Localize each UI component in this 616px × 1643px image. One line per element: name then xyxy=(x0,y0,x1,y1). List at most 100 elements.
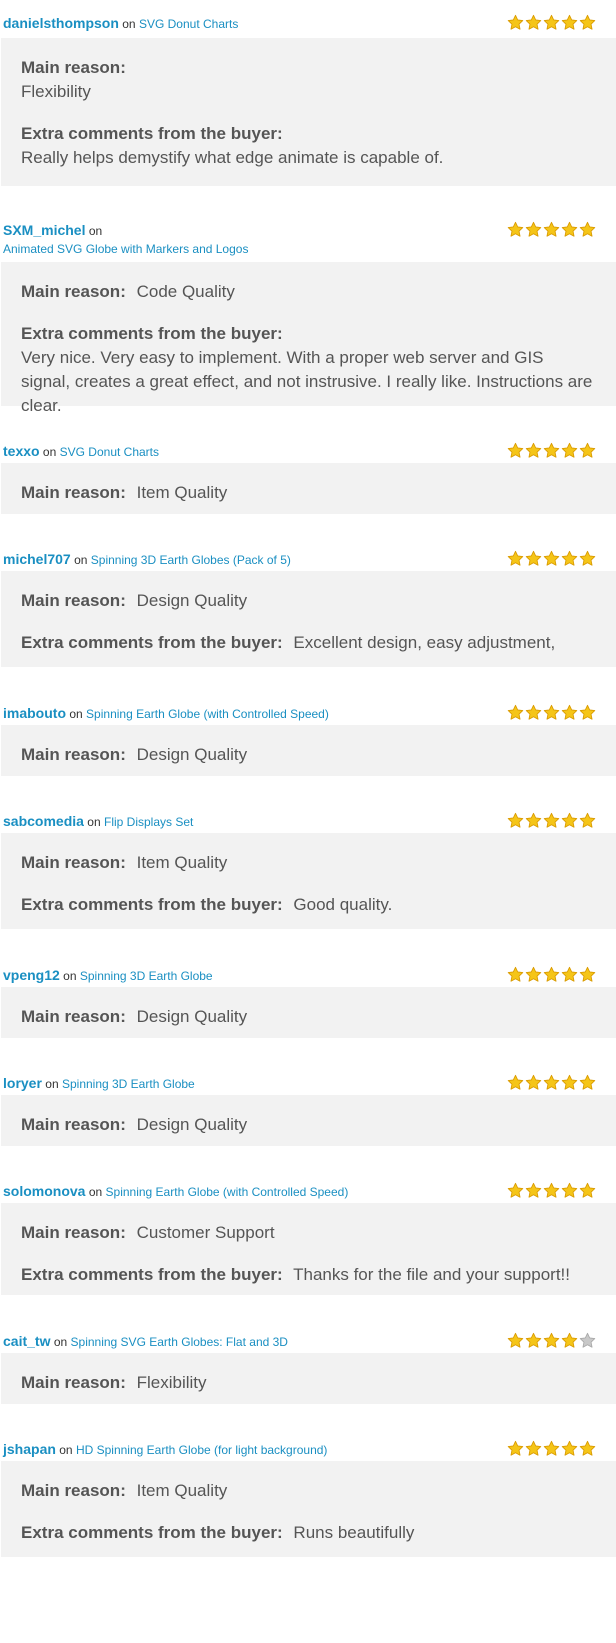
on-text: on xyxy=(69,707,83,721)
reviewer-username-link[interactable]: imabouto xyxy=(3,705,66,721)
item-link[interactable]: Animated SVG Globe with Markers and Logo… xyxy=(3,242,248,256)
review-body: Main reason: Flexibility Extra comments fr… xyxy=(1,38,616,186)
star-filled-icon xyxy=(561,442,578,458)
star-filled-icon xyxy=(543,1182,560,1198)
review-header: jshapan on HD Spinning Earth Globe (for … xyxy=(0,1426,616,1458)
star-rating xyxy=(507,966,596,984)
review-card: loryer on Spinning 3D Earth Globe Main re… xyxy=(0,1060,616,1146)
star-rating xyxy=(507,1074,596,1092)
main-reason: Main reason: Item Quality xyxy=(21,1479,596,1503)
extra-comments-label: Extra comments from the buyer: xyxy=(21,124,283,143)
reviewer-username-link[interactable]: texxo xyxy=(3,443,40,459)
star-rating xyxy=(507,812,596,830)
extra-comments-value: Runs beautifully xyxy=(293,1523,415,1542)
review-card: michel707 on Spinning 3D Earth Globes (P… xyxy=(0,536,616,667)
item-link[interactable]: Spinning SVG Earth Globes: Flat and 3D xyxy=(71,1335,288,1349)
main-reason-value: Design Quality xyxy=(136,745,248,764)
star-rating xyxy=(507,442,596,460)
extra-comments-label: Extra comments from the buyer: xyxy=(21,1265,283,1284)
review-card: sabcomedia on Flip Displays Set Main reas… xyxy=(0,798,616,929)
review-body: Main reason: Flexibility xyxy=(1,1353,616,1404)
star-filled-icon xyxy=(579,704,596,720)
reviewer-username-link[interactable]: danielsthompson xyxy=(3,15,119,31)
main-reason: Main reason: Customer Support xyxy=(21,1221,596,1245)
review-card: cait_tw on Spinning SVG Earth Globes: Fl… xyxy=(0,1318,616,1404)
reviewer-username-link[interactable]: sabcomedia xyxy=(3,813,84,829)
on-text: on xyxy=(42,445,57,459)
extra-comments-label: Extra comments from the buyer: xyxy=(21,633,283,652)
review-header: loryer on Spinning 3D Earth Globe xyxy=(0,1060,616,1092)
star-rating xyxy=(507,704,596,722)
star-filled-icon xyxy=(579,221,596,237)
review-card: SXM_michel on Animated SVG Globe with Mar… xyxy=(0,207,616,415)
reviewer-username-link[interactable]: loryer xyxy=(3,1075,42,1091)
star-filled-icon xyxy=(507,550,524,566)
item-link[interactable]: Spinning 3D Earth Globe xyxy=(80,969,213,983)
star-filled-icon xyxy=(561,14,578,30)
item-link[interactable]: SVG Donut Charts xyxy=(60,445,159,459)
star-filled-icon xyxy=(579,1440,596,1456)
star-filled-icon xyxy=(507,1074,524,1090)
star-filled-icon xyxy=(543,1440,560,1456)
star-filled-icon xyxy=(543,1332,560,1348)
main-reason-label: Main reason: xyxy=(21,1007,126,1026)
extra-comments: Extra comments from the buyer: Thanks fo… xyxy=(21,1263,596,1287)
star-filled-icon xyxy=(507,442,524,458)
star-filled-icon xyxy=(507,14,524,30)
main-reason: Main reason: Design Quality xyxy=(21,1113,596,1137)
item-link[interactable]: Spinning Earth Globe (with Controlled Sp… xyxy=(106,1185,349,1199)
on-text: on xyxy=(53,1335,68,1349)
on-text: on xyxy=(88,224,103,238)
review-body: Main reason: Item Quality Extra comments … xyxy=(1,833,616,929)
item-link[interactable]: SVG Donut Charts xyxy=(139,17,238,31)
reviewer-username-link[interactable]: jshapan xyxy=(3,1441,56,1457)
main-reason: Main reason: Item Quality xyxy=(21,851,596,875)
star-filled-icon xyxy=(579,550,596,566)
star-filled-icon xyxy=(543,442,560,458)
review-body: Main reason: Customer Support Extra comme… xyxy=(1,1203,616,1295)
review-card: imabouto on Spinning Earth Globe (with C… xyxy=(0,690,616,776)
reviewer-username-link[interactable]: SXM_michel xyxy=(3,222,85,238)
main-reason-label: Main reason: xyxy=(21,1481,126,1500)
main-reason-label: Main reason: xyxy=(21,853,126,872)
item-link[interactable]: Spinning 3D Earth Globe xyxy=(62,1077,195,1091)
star-filled-icon xyxy=(543,812,560,828)
star-filled-icon xyxy=(561,1074,578,1090)
star-filled-icon xyxy=(507,1182,524,1198)
main-reason-label: Main reason: xyxy=(21,58,126,77)
star-rating xyxy=(507,1332,596,1350)
star-empty-icon xyxy=(579,1332,596,1348)
main-reason: Main reason: Flexibility xyxy=(21,56,596,104)
star-filled-icon xyxy=(507,1440,524,1456)
reviewer-username-link[interactable]: michel707 xyxy=(3,551,71,567)
item-link[interactable]: HD Spinning Earth Globe (for light backg… xyxy=(76,1443,327,1457)
reviewer-username-link[interactable]: solomonova xyxy=(3,1183,85,1199)
star-filled-icon xyxy=(507,966,524,982)
extra-comments-value: Good quality. xyxy=(293,895,393,914)
star-rating xyxy=(507,1182,596,1200)
review-header: sabcomedia on Flip Displays Set xyxy=(0,798,616,830)
star-filled-icon xyxy=(525,1440,542,1456)
review-header: SXM_michel on Animated SVG Globe with Mar… xyxy=(0,207,616,256)
star-filled-icon xyxy=(543,550,560,566)
star-rating xyxy=(507,14,596,32)
reviewer-username-link[interactable]: cait_tw xyxy=(3,1333,50,1349)
item-link[interactable]: Spinning Earth Globe (with Controlled Sp… xyxy=(86,707,329,721)
reviewer-username-link[interactable]: vpeng12 xyxy=(3,967,60,983)
star-filled-icon xyxy=(579,812,596,828)
extra-comments-value: Thanks for the file and your support!! xyxy=(293,1265,570,1284)
star-filled-icon xyxy=(507,221,524,237)
main-reason-value: Flexibility xyxy=(136,1373,207,1392)
item-link[interactable]: Flip Displays Set xyxy=(104,815,193,829)
star-filled-icon xyxy=(525,1332,542,1348)
extra-comments-value: Excellent design, easy adjustment, xyxy=(293,633,556,652)
on-text: on xyxy=(45,1077,59,1091)
item-link[interactable]: Spinning 3D Earth Globes (Pack of 5) xyxy=(91,553,291,567)
extra-comments: Extra comments from the buyer: Excellent… xyxy=(21,631,596,655)
extra-comments-value: Really helps demystify what edge animate… xyxy=(21,148,444,167)
extra-comments: Extra comments from the buyer: Very nice.… xyxy=(21,322,596,418)
star-filled-icon xyxy=(525,1182,542,1198)
